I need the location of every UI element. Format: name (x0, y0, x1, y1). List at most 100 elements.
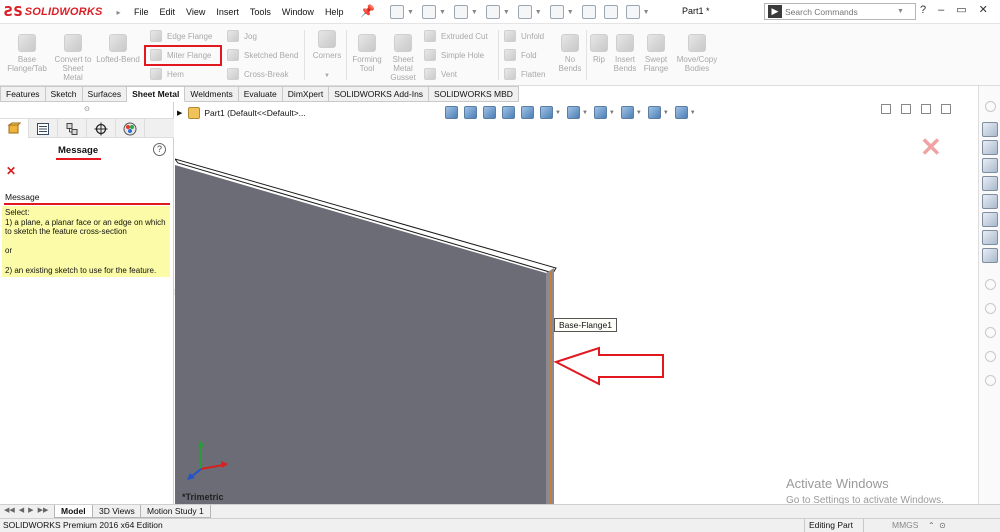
tab-solidworks-mbd[interactable]: SOLIDWORKS MBD (429, 86, 519, 102)
chevron-down-icon[interactable]: ▼ (503, 9, 510, 16)
extruded-cut-button[interactable]: Extruded Cut (424, 28, 488, 44)
menu-tools[interactable]: Tools (250, 7, 271, 17)
last-tab-arrow-icon[interactable]: ▶▶ (38, 506, 49, 514)
chevron-down-icon[interactable]: ▼ (690, 110, 696, 116)
view-orientation-icon[interactable] (540, 106, 553, 119)
dimxpert-manager-tab[interactable] (87, 119, 116, 138)
solidworks-logo[interactable]: ƧS SOLIDWORKS ▸ (4, 4, 121, 20)
property-manager-tab[interactable] (29, 119, 58, 138)
tab-surfaces[interactable]: Surfaces (82, 86, 128, 102)
chevron-down-icon[interactable]: ▼ (439, 9, 446, 16)
chevron-down-icon[interactable]: ▼ (407, 9, 414, 16)
options-gear-icon[interactable] (625, 5, 640, 19)
insert-bends-button[interactable]: Insert Bends (610, 34, 640, 73)
tab-solidworks-add-ins[interactable]: SOLIDWORKS Add-Ins (329, 86, 430, 102)
chevron-down-icon[interactable]: ▼ (471, 9, 478, 16)
tab-dimxpert[interactable]: DimXpert (282, 86, 330, 102)
tab-sketch[interactable]: Sketch (45, 86, 83, 102)
forming-tool-button[interactable]: Forming Tool (350, 34, 384, 73)
menu-edit[interactable]: Edit (160, 7, 176, 17)
tab-evaluate[interactable]: Evaluate (238, 86, 283, 102)
close-button[interactable]: ✕ (979, 3, 988, 16)
solidworks-resources-home-icon[interactable] (982, 122, 998, 137)
menu-help[interactable]: Help (325, 7, 344, 17)
convert-to-sheet-metal-button[interactable]: Convert to Sheet Metal (54, 34, 92, 82)
rip-button[interactable]: Rip (588, 34, 610, 64)
appearances-scenes-icon[interactable] (982, 194, 998, 209)
view-palette-icon[interactable] (982, 176, 998, 191)
select-icon[interactable] (549, 5, 564, 19)
feature-manager-tab[interactable] (0, 119, 29, 138)
pin-icon[interactable]: 📌 (360, 4, 375, 18)
solidworks-forum-icon[interactable] (982, 230, 998, 245)
no-bends-button[interactable]: No Bends (556, 34, 584, 73)
sketch-offset-icon[interactable] (982, 348, 998, 363)
edit-appearance-icon[interactable] (620, 106, 634, 119)
swept-flange-button[interactable]: Swept Flange (640, 34, 672, 73)
sketch-spline-icon[interactable] (982, 300, 998, 315)
simple-hole-button[interactable]: Simple Hole (424, 47, 484, 63)
feature-tree-root[interactable]: ▶ Part1 (Default<<Default>... (177, 107, 306, 119)
first-tab-arrow-icon[interactable]: ◀◀ (4, 506, 15, 514)
part-model[interactable] (175, 102, 978, 504)
rebuild-icon[interactable] (581, 5, 596, 19)
zoom-to-fit-icon[interactable] (445, 106, 458, 119)
hem-button[interactable]: Hem (150, 66, 184, 82)
chevron-down-icon[interactable]: ▼ (535, 9, 542, 16)
tab-model[interactable]: Model (54, 505, 93, 518)
chevron-down-icon[interactable]: ▼ (636, 110, 642, 116)
save-icon[interactable] (453, 5, 468, 19)
search-dropdown-icon[interactable]: ▼ (897, 8, 904, 15)
dynamic-annotation-icon[interactable] (521, 106, 534, 119)
chevron-down-icon[interactable]: ▼ (582, 110, 588, 116)
chevron-down-icon[interactable]: ▼ (609, 110, 615, 116)
base-flange-button[interactable]: Base Flange/Tab (6, 34, 48, 73)
status-bar-controls[interactable]: ⌃ ⊙ (928, 519, 946, 532)
3d-views-icon[interactable] (982, 248, 998, 263)
chevron-down-icon[interactable]: ▼ (663, 110, 669, 116)
graphics-area[interactable]: ▶ Part1 (Default<<Default>... ▼ ▼ ▼ ▼ ▼ … (175, 102, 978, 504)
custom-properties-icon[interactable] (982, 212, 998, 227)
maximize-button[interactable]: ▭ (956, 3, 966, 16)
sketch-tool-icon[interactable] (982, 98, 998, 113)
tab-3d-views[interactable]: 3D Views (92, 505, 142, 518)
zoom-to-area-icon[interactable] (464, 106, 477, 119)
tab-features[interactable]: Features (0, 86, 46, 102)
search-commands[interactable]: ▶ ▼ (764, 3, 916, 20)
minimize-button[interactable]: – (938, 4, 944, 16)
cross-break-button[interactable]: Cross-Break (227, 66, 288, 82)
display-manager-tab[interactable] (116, 119, 145, 138)
section-view-icon[interactable] (502, 106, 515, 119)
unit-system[interactable]: MMGS (892, 519, 918, 532)
tab-weldments[interactable]: Weldments (185, 86, 239, 102)
sketched-bend-button[interactable]: Sketched Bend (227, 47, 298, 63)
configuration-manager-tab[interactable] (58, 119, 87, 138)
file-explorer-icon[interactable] (982, 158, 998, 173)
new-document-icon[interactable] (390, 5, 404, 19)
unfold-button[interactable]: Unfold (504, 28, 544, 44)
next-tab-arrow-icon[interactable]: ▶ (28, 506, 33, 514)
sketch-trim-icon[interactable] (982, 372, 998, 387)
chevron-down-icon[interactable]: ▼ (643, 9, 650, 16)
sketch-fillet-icon[interactable] (982, 324, 998, 339)
hide-show-items-icon[interactable] (593, 106, 607, 119)
cancel-close-icon[interactable]: ✕ (6, 164, 16, 178)
apply-scene-icon[interactable] (647, 106, 661, 119)
tab-sheet-metal[interactable]: Sheet Metal (127, 86, 186, 102)
sheet-metal-gusset-button[interactable]: Sheet Metal Gusset (386, 34, 420, 82)
corners-dropdown-icon[interactable]: ▼ (308, 72, 346, 81)
search-commands-icon[interactable]: ▶ (768, 5, 782, 18)
panel-collapse-handle[interactable]: ⊙ (84, 105, 90, 113)
help-icon[interactable]: ? (153, 143, 166, 156)
design-library-icon[interactable] (982, 140, 998, 155)
corners-button[interactable]: Corners ▼ (308, 30, 346, 81)
chevron-down-icon[interactable]: ▼ (567, 9, 574, 16)
expand-arrow-icon[interactable]: ▶ (177, 109, 182, 117)
file-properties-icon[interactable] (603, 5, 618, 19)
lofted-bend-button[interactable]: Lofted-Bend (94, 34, 142, 64)
display-style-icon[interactable] (566, 106, 580, 119)
viewport-close-icon[interactable] (941, 104, 951, 114)
vent-button[interactable]: Vent (424, 66, 457, 82)
menu-insert[interactable]: Insert (216, 7, 239, 17)
help-icon[interactable]: ? (920, 4, 926, 16)
